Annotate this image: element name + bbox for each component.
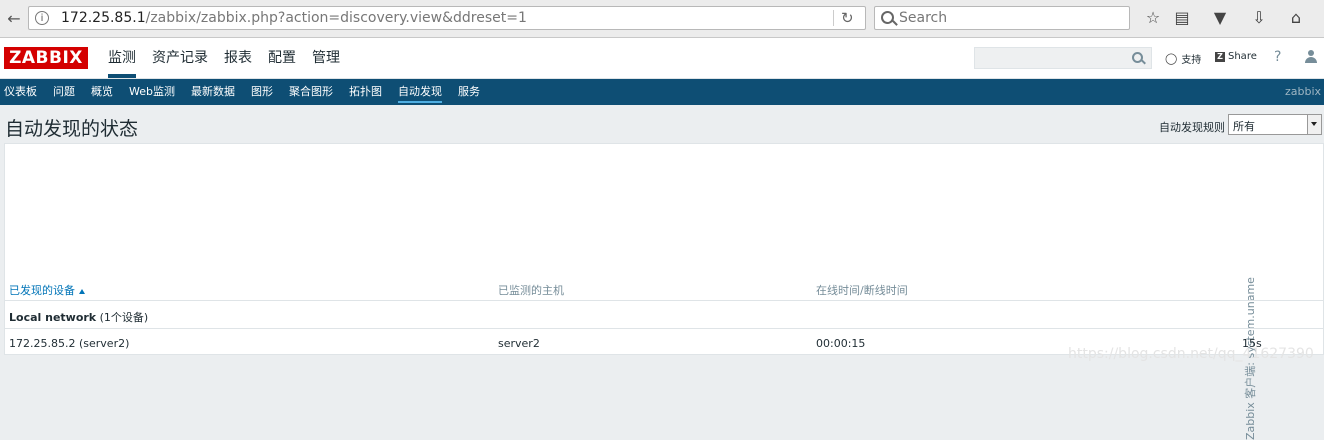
- menu-inventory[interactable]: 资产记录: [152, 38, 208, 78]
- address-bar[interactable]: i 172.25.85.1/zabbix/zabbix.php?action=d…: [28, 6, 866, 30]
- divider: [5, 300, 1323, 301]
- url-text[interactable]: 172.25.85.1/zabbix/zabbix.php?action=dis…: [61, 10, 527, 26]
- zabbix-logo[interactable]: ZABBIX: [4, 47, 88, 69]
- download-icon[interactable]: ⇩: [1249, 8, 1269, 28]
- submenu-services[interactable]: 服务: [458, 79, 480, 105]
- browser-search-input[interactable]: Search: [874, 6, 1130, 30]
- submenu-graphs[interactable]: 图形: [251, 79, 273, 105]
- reading-list-icon[interactable]: ▤: [1172, 8, 1192, 28]
- device-cell: 172.25.85.2 (server2): [9, 337, 130, 350]
- global-search-input[interactable]: [974, 47, 1152, 69]
- help-icon[interactable]: ?: [1274, 49, 1281, 65]
- url-separator: [833, 10, 834, 26]
- column-agent-system-uname: Zabbix 客户端: system.uname: [1244, 277, 1257, 440]
- user-profile-icon[interactable]: [1304, 50, 1318, 64]
- support-link[interactable]: ◯ 支持: [1165, 51, 1201, 66]
- browser-toolbar: ← i 172.25.85.1/zabbix/zabbix.php?action…: [0, 0, 1324, 38]
- watermark: https://blog.csdn.net/qq_41627390: [1068, 346, 1314, 362]
- submenu-latest-data[interactable]: 最新数据: [191, 79, 235, 105]
- discovery-rule-select[interactable]: 所有: [1228, 114, 1322, 135]
- top-menu: 监测 资产记录 报表 配置 管理: [108, 38, 356, 78]
- submenu-screens[interactable]: 聚合图形: [289, 79, 333, 105]
- app-header: ZABBIX 监测 资产记录 报表 配置 管理 ◯ 支持 Z Share ?: [0, 38, 1324, 79]
- menu-configuration[interactable]: 配置: [268, 38, 296, 78]
- column-monitored-host: 已监测的主机: [498, 284, 564, 297]
- page-title: 自动发现的状态: [5, 118, 139, 140]
- submenu-web[interactable]: Web监测: [129, 79, 175, 105]
- home-icon[interactable]: ⌂: [1286, 8, 1306, 28]
- menu-reports[interactable]: 报表: [224, 38, 252, 78]
- reload-icon[interactable]: ↻: [841, 9, 854, 27]
- info-icon[interactable]: i: [35, 11, 49, 25]
- share-icon: Z: [1215, 51, 1225, 62]
- divider: [5, 328, 1323, 329]
- uptime-cell: 00:00:15: [816, 337, 866, 350]
- chevron-down-icon[interactable]: [1307, 115, 1321, 134]
- menu-monitoring[interactable]: 监测: [108, 38, 136, 78]
- submenu-discovery[interactable]: 自动发现: [397, 79, 442, 105]
- submenu-overview[interactable]: 概览: [91, 79, 113, 105]
- discovery-table: 已发现的设备 已监测的主机 在线时间/断线时间 Zabbix 客户端: syst…: [4, 143, 1324, 440]
- submenu-problems[interactable]: 问题: [53, 79, 75, 105]
- share-link[interactable]: Z Share: [1215, 51, 1257, 62]
- sort-asc-icon: [79, 288, 85, 294]
- headset-icon: ◯: [1165, 52, 1178, 65]
- column-uptime-downtime: 在线时间/断线时间: [816, 284, 908, 297]
- discovery-rule-label: 自动发现规则: [1159, 121, 1225, 134]
- search-icon[interactable]: [1132, 52, 1143, 63]
- host-cell: server2: [498, 337, 540, 350]
- server-name: zabbix s: [1285, 85, 1324, 98]
- pocket-icon[interactable]: ▼: [1210, 8, 1230, 28]
- menu-administration[interactable]: 管理: [312, 38, 340, 78]
- submenu-dashboard[interactable]: 仪表板: [4, 79, 37, 105]
- group-row: Local network (1个设备): [9, 311, 149, 324]
- column-discovered-device[interactable]: 已发现的设备: [9, 282, 85, 298]
- submenu-maps[interactable]: 拓扑图: [349, 79, 382, 105]
- search-placeholder: Search: [899, 10, 948, 26]
- back-arrow-icon[interactable]: ←: [1, 6, 27, 30]
- bookmark-star-icon[interactable]: ☆: [1143, 8, 1163, 28]
- search-icon: [881, 11, 894, 24]
- sub-menu: 仪表板 问题 概览 Web监测 最新数据 图形 聚合图形 拓扑图 自动发现 服务…: [0, 79, 1324, 105]
